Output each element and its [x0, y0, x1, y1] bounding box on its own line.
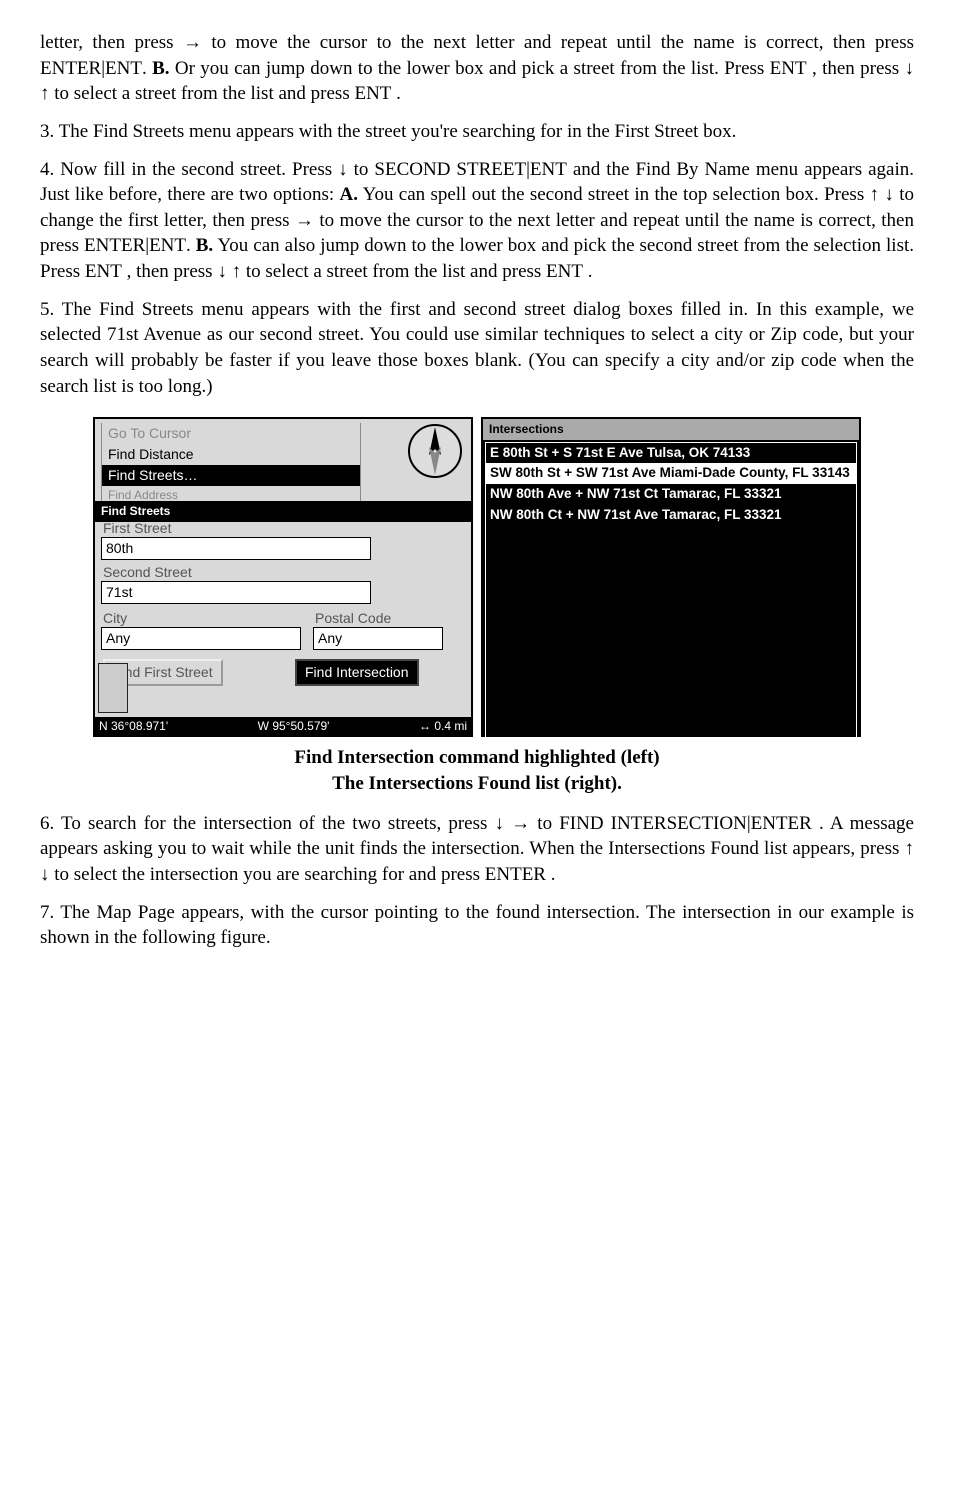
key-ent: ENT: [354, 83, 391, 104]
menu-find-distance[interactable]: Find Distance: [101, 444, 361, 465]
body-text: .: [396, 83, 401, 104]
body-text: letter, then press → to move the cursor …: [40, 32, 914, 53]
option-B: B.: [152, 58, 169, 79]
paragraph-3: 4. Now fill in the second street. Press …: [40, 157, 914, 285]
menu-go-to-cursor[interactable]: Go To Cursor: [101, 423, 361, 444]
second-street-input[interactable]: 71st: [101, 581, 371, 604]
key-second-street-ent: SECOND STREET|ENT: [374, 159, 566, 180]
body-text: , then press ↓ ↑ to select a street from…: [127, 261, 546, 282]
option-B: B.: [196, 235, 213, 256]
paragraph-6: 7. The Map Page appears, with the cursor…: [40, 900, 914, 951]
city-input[interactable]: Any: [101, 627, 301, 650]
intersections-title: Intersections: [483, 419, 859, 439]
intersections-panel: Intersections E 80th St + S 71st E Ave T…: [481, 417, 861, 737]
key-ent: ENT: [770, 58, 807, 79]
paragraph-5: 6. To search for the intersection of the…: [40, 811, 914, 888]
body-text: .: [551, 864, 556, 885]
key-ent: ENT: [546, 261, 583, 282]
body-text: .: [588, 261, 593, 282]
body-text: Or you can jump down to the lower box an…: [175, 58, 770, 79]
key-enter-ent: ENTER|ENT: [40, 58, 142, 79]
find-streets-panel: Go To Cursor Find Distance Find Streets……: [93, 417, 473, 737]
paragraph-2: 3. The Find Streets menu appears with th…: [40, 119, 914, 145]
status-lon: W 95°50.579': [258, 718, 330, 734]
status-lat: N 36°08.971': [99, 718, 168, 734]
option-A: A.: [340, 184, 358, 205]
list-item[interactable]: NW 80th Ct + NW 71st Ave Tamarac, FL 333…: [486, 505, 856, 526]
find-intersection-button[interactable]: Find Intersection: [295, 659, 419, 686]
paragraph-4: 5. The Find Streets menu appears with th…: [40, 297, 914, 400]
body-text: 6. To search for the intersection of the…: [40, 813, 559, 834]
key-ent: ENT: [85, 261, 122, 282]
body-text: 4. Now fill in the second street. Press …: [40, 159, 374, 180]
first-street-label: First Street: [103, 519, 171, 538]
first-street-input[interactable]: 80th: [101, 537, 371, 560]
list-item[interactable]: E 80th St + S 71st E Ave Tulsa, OK 74133: [486, 443, 856, 464]
second-street-label: Second Street: [103, 563, 192, 582]
screenshots-row: Go To Cursor Find Distance Find Streets……: [40, 417, 914, 737]
menu-find-streets[interactable]: Find Streets…: [101, 465, 361, 486]
intersections-list[interactable]: E 80th St + S 71st E Ave Tulsa, OK 74133…: [485, 442, 857, 740]
status-dist: ↔ 0.4 mi: [419, 718, 467, 734]
caption-line-1: Find Intersection command highlighted (l…: [294, 747, 659, 768]
map-menu: Go To Cursor Find Distance Find Streets……: [101, 423, 361, 504]
postal-label: Postal Code: [315, 609, 391, 628]
compass-icon: [405, 421, 465, 481]
figure-caption: Find Intersection command highlighted (l…: [40, 745, 914, 796]
key-enter: ENTER: [485, 864, 546, 885]
paragraph-1: letter, then press → to move the cursor …: [40, 30, 914, 107]
status-bar: N 36°08.971' W 95°50.579' ↔ 0.4 mi: [95, 717, 471, 735]
list-item[interactable]: NW 80th Ave + NW 71st Ct Tamarac, FL 333…: [486, 484, 856, 505]
key-enter-ent: ENTER|ENT: [84, 235, 186, 256]
postal-input[interactable]: Any: [313, 627, 443, 650]
zoom-ruler-icon[interactable]: [98, 663, 128, 713]
city-label: City: [103, 609, 127, 628]
list-item[interactable]: SW 80th St + SW 71st Ave Miami-Dade Coun…: [486, 463, 856, 484]
key-find-intersection-enter: FIND INTERSECTION|ENTER: [559, 813, 812, 834]
caption-line-2: The Intersections Found list (right).: [332, 773, 622, 794]
